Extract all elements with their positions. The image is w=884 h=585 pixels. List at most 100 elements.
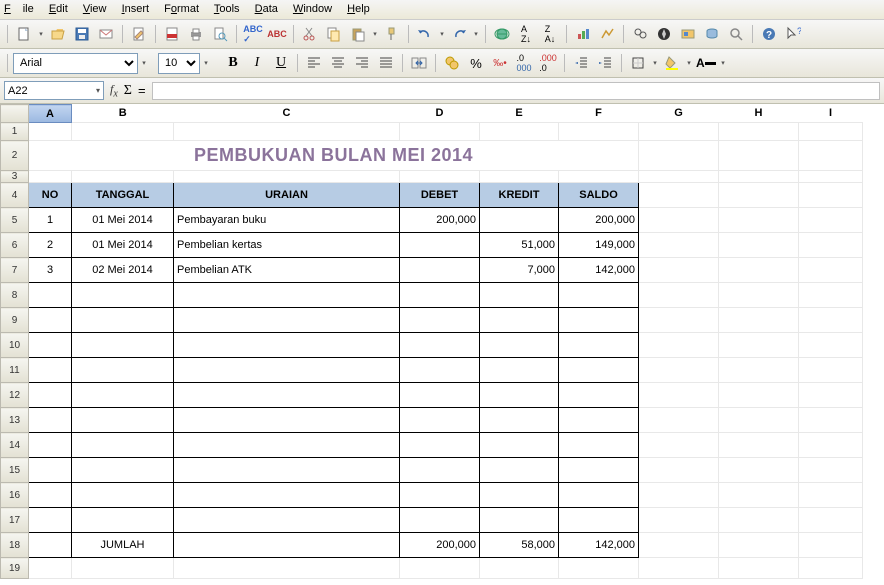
- equals-icon[interactable]: =: [138, 83, 146, 98]
- show-draw-icon[interactable]: [596, 23, 618, 45]
- menu-insert[interactable]: Insert: [122, 3, 150, 15]
- row-header[interactable]: 8: [1, 283, 29, 308]
- sum-icon[interactable]: Σ: [124, 83, 132, 99]
- row-header[interactable]: 13: [1, 408, 29, 433]
- paste-icon[interactable]: [347, 23, 369, 45]
- row-header[interactable]: 6: [1, 233, 29, 258]
- spellcheck-icon[interactable]: ABC✓: [242, 23, 264, 45]
- delete-decimal-icon[interactable]: .000.0: [537, 52, 559, 74]
- increase-indent-icon[interactable]: [594, 52, 616, 74]
- col-header-I[interactable]: I: [799, 105, 863, 123]
- help-icon[interactable]: ?: [758, 23, 780, 45]
- row-header[interactable]: 11: [1, 358, 29, 383]
- sort-desc-icon[interactable]: ZA↓: [539, 23, 561, 45]
- fontcolor-icon[interactable]: A: [695, 52, 717, 74]
- formula-input[interactable]: [152, 82, 880, 100]
- col-header-H[interactable]: H: [719, 105, 799, 123]
- table-header-uraian[interactable]: URAIAN: [174, 183, 400, 208]
- col-header-C[interactable]: C: [174, 105, 400, 123]
- function-wizard-icon[interactable]: fx: [110, 82, 118, 99]
- row-header[interactable]: 18: [1, 533, 29, 558]
- menu-help[interactable]: Help: [347, 3, 370, 15]
- align-justify-icon[interactable]: [375, 52, 397, 74]
- cell[interactable]: 7,000: [480, 258, 559, 283]
- row-header[interactable]: 2: [1, 141, 29, 171]
- hyperlink-icon[interactable]: [491, 23, 513, 45]
- preview-icon[interactable]: [209, 23, 231, 45]
- cell[interactable]: 200,000: [400, 208, 480, 233]
- chart-icon[interactable]: [572, 23, 594, 45]
- col-header-E[interactable]: E: [480, 105, 559, 123]
- row-header[interactable]: 4: [1, 183, 29, 208]
- font-size-select[interactable]: 10: [158, 53, 200, 74]
- col-header-A[interactable]: A: [29, 105, 72, 123]
- borders-dropdown[interactable]: ▾: [651, 59, 659, 67]
- italic-button[interactable]: I: [246, 52, 268, 74]
- datasources-icon[interactable]: [701, 23, 723, 45]
- undo-dropdown[interactable]: ▾: [438, 30, 446, 38]
- col-header-D[interactable]: D: [400, 105, 480, 123]
- col-header-F[interactable]: F: [559, 105, 639, 123]
- fontcolor-dropdown[interactable]: ▾: [719, 59, 727, 67]
- align-left-icon[interactable]: [303, 52, 325, 74]
- row-header[interactable]: 19: [1, 558, 29, 579]
- row-header[interactable]: 3: [1, 171, 29, 183]
- bold-button[interactable]: B: [222, 52, 244, 74]
- export-pdf-icon[interactable]: [161, 23, 183, 45]
- find-icon[interactable]: [629, 23, 651, 45]
- email-icon[interactable]: [95, 23, 117, 45]
- cell[interactable]: 1: [29, 208, 72, 233]
- font-size-dropdown[interactable]: ▾: [202, 59, 210, 67]
- cell[interactable]: 3: [29, 258, 72, 283]
- zoom-icon[interactable]: [725, 23, 747, 45]
- col-header-G[interactable]: G: [639, 105, 719, 123]
- row-header[interactable]: 5: [1, 208, 29, 233]
- bgcolor-dropdown[interactable]: ▾: [685, 59, 693, 67]
- bgcolor-icon[interactable]: [661, 52, 683, 74]
- navigator-icon[interactable]: [653, 23, 675, 45]
- table-header-kredit[interactable]: KREDIT: [480, 183, 559, 208]
- menu-view[interactable]: View: [83, 3, 107, 15]
- cut-icon[interactable]: [299, 23, 321, 45]
- new-icon[interactable]: [13, 23, 35, 45]
- whatsthis-icon[interactable]: ?: [782, 23, 804, 45]
- merge-cells-icon[interactable]: [408, 52, 430, 74]
- row-header[interactable]: 7: [1, 258, 29, 283]
- totals-label[interactable]: JUMLAH: [72, 533, 174, 558]
- autospell-icon[interactable]: ABC: [266, 23, 288, 45]
- save-icon[interactable]: [71, 23, 93, 45]
- name-box[interactable]: A22▾: [4, 81, 104, 100]
- standard-format-icon[interactable]: ‰•: [489, 52, 511, 74]
- new-dropdown[interactable]: ▾: [37, 30, 45, 38]
- row-header[interactable]: 14: [1, 433, 29, 458]
- totals-debet[interactable]: 200,000: [400, 533, 480, 558]
- menu-window[interactable]: Window: [293, 3, 332, 15]
- borders-icon[interactable]: [627, 52, 649, 74]
- table-header-no[interactable]: NO: [29, 183, 72, 208]
- row-header[interactable]: 12: [1, 383, 29, 408]
- table-header-saldo[interactable]: SALDO: [559, 183, 639, 208]
- row-header[interactable]: 15: [1, 458, 29, 483]
- cell[interactable]: 51,000: [480, 233, 559, 258]
- table-header-tanggal[interactable]: TANGGAL: [72, 183, 174, 208]
- cell[interactable]: 01 Mei 2014: [72, 233, 174, 258]
- cell[interactable]: [400, 233, 480, 258]
- add-decimal-icon[interactable]: .0000: [513, 52, 535, 74]
- print-icon[interactable]: [185, 23, 207, 45]
- sort-asc-icon[interactable]: AZ↓: [515, 23, 537, 45]
- cell[interactable]: 142,000: [559, 258, 639, 283]
- totals-kredit[interactable]: 58,000: [480, 533, 559, 558]
- menu-data[interactable]: Data: [255, 3, 278, 15]
- redo-dropdown[interactable]: ▾: [472, 30, 480, 38]
- font-name-select[interactable]: Arial: [13, 53, 138, 74]
- format-paintbrush-icon[interactable]: [381, 23, 403, 45]
- row-header[interactable]: 10: [1, 333, 29, 358]
- decrease-indent-icon[interactable]: [570, 52, 592, 74]
- totals-saldo[interactable]: 142,000: [559, 533, 639, 558]
- cell[interactable]: [480, 208, 559, 233]
- undo-icon[interactable]: [414, 23, 436, 45]
- gallery-icon[interactable]: [677, 23, 699, 45]
- cell[interactable]: 2: [29, 233, 72, 258]
- menu-format[interactable]: Format: [164, 3, 199, 15]
- menu-tools[interactable]: Tools: [214, 3, 240, 15]
